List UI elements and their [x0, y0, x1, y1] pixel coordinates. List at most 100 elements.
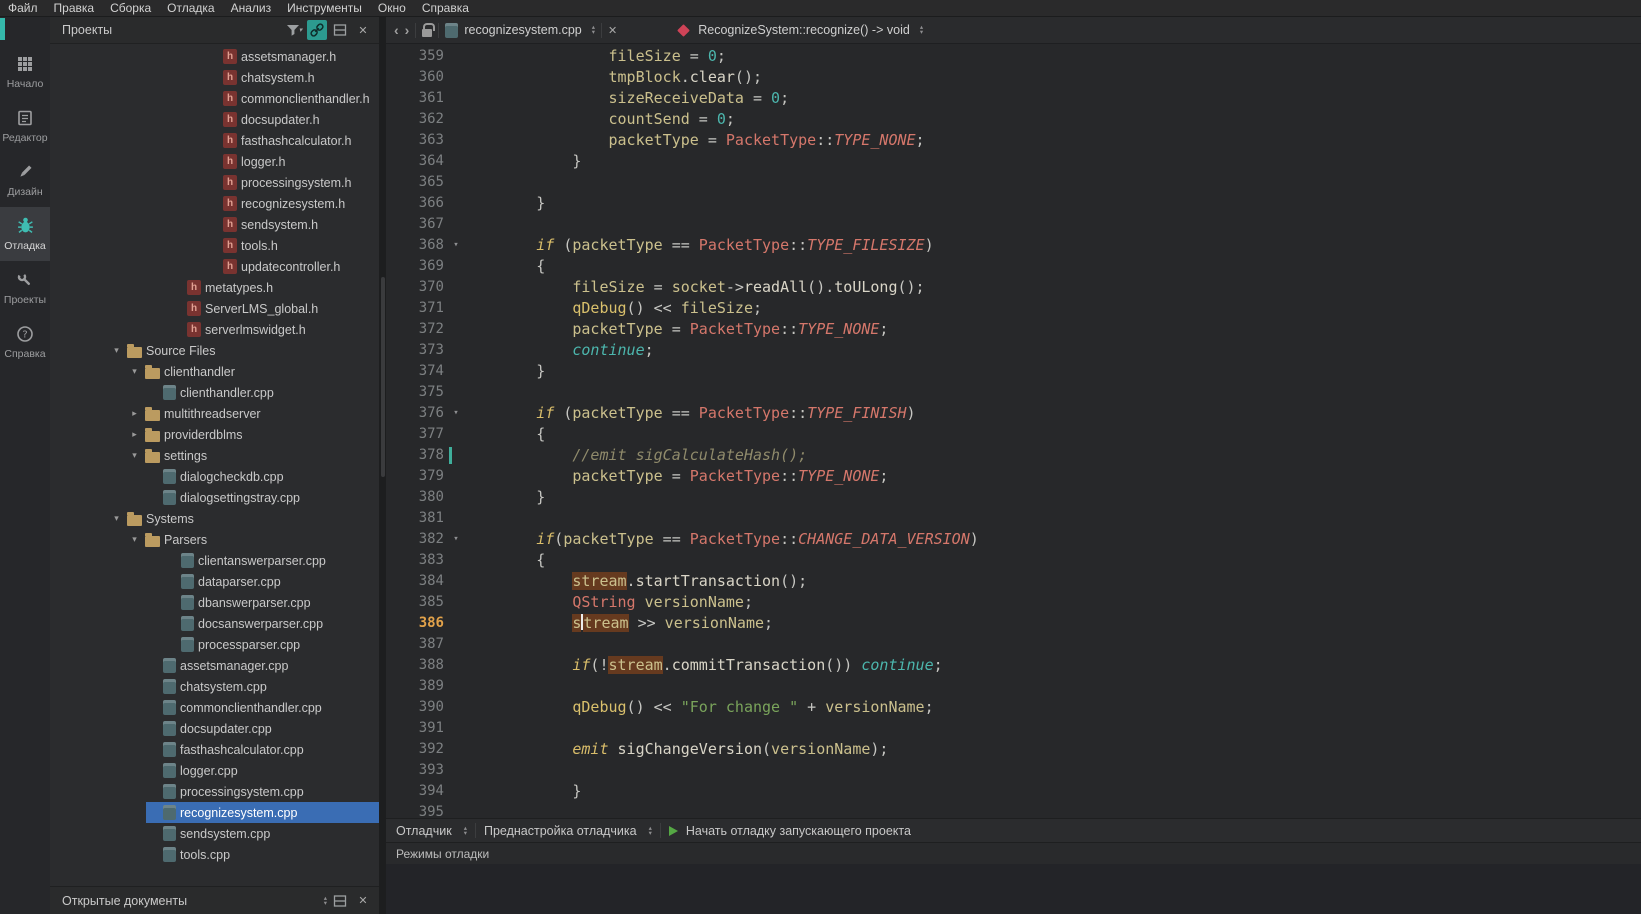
code-line[interactable]: 380} [386, 487, 1641, 508]
menu-item[interactable]: Файл [0, 0, 46, 16]
tree-item[interactable]: hchatsystem.h [50, 67, 379, 88]
code-line[interactable]: 395 [386, 802, 1641, 818]
line-number[interactable]: 361 [386, 88, 448, 109]
line-number[interactable]: 376 [386, 403, 448, 424]
line-number[interactable]: 390 [386, 697, 448, 718]
code-line[interactable]: 381 [386, 508, 1641, 529]
tree-item[interactable]: hfasthashcalculator.h [50, 130, 379, 151]
close-document-icon[interactable]: ✕ [608, 24, 617, 37]
code-line[interactable]: 377{ [386, 424, 1641, 445]
line-number[interactable]: 374 [386, 361, 448, 382]
tree-item[interactable]: docsanswerparser.cpp [50, 613, 379, 634]
line-number[interactable]: 359 [386, 46, 448, 67]
expand-arrow-closed-icon[interactable]: ▸ [128, 429, 141, 440]
debug-modes-label[interactable]: Режимы отладки [396, 847, 489, 861]
tree-item[interactable]: ▾Systems [50, 508, 379, 529]
forward-icon[interactable]: › [405, 23, 410, 37]
lock-icon[interactable] [422, 29, 432, 37]
expand-arrow-open-icon[interactable]: ▾ [128, 450, 141, 461]
code-line[interactable]: 367 [386, 214, 1641, 235]
code-line[interactable]: 378//emit sigCalculateHash(); [386, 445, 1641, 466]
code-editor[interactable]: 359fileSize = 0;360tmpBlock.clear();361s… [386, 44, 1641, 818]
line-number[interactable]: 392 [386, 739, 448, 760]
code-line[interactable]: 390qDebug() << "For change " + versionNa… [386, 697, 1641, 718]
expand-arrow-open-icon[interactable]: ▾ [128, 534, 141, 545]
tree-item[interactable]: hprocessingsystem.h [50, 172, 379, 193]
code-line[interactable]: 392emit sigChangeVersion(versionName); [386, 739, 1641, 760]
start-debug-icon[interactable] [669, 826, 678, 836]
code-line[interactable]: 374} [386, 361, 1641, 382]
expand-arrow-open-icon[interactable]: ▾ [110, 345, 123, 356]
mode-debug[interactable]: Отладка [0, 207, 50, 261]
fold-marker-icon[interactable]: ▾ [448, 403, 464, 424]
tree-item[interactable]: ▾settings [50, 445, 379, 466]
line-number[interactable]: 377 [386, 424, 448, 445]
close-pane-icon[interactable]: ✕ [353, 891, 373, 911]
code-line[interactable]: 375 [386, 382, 1641, 403]
debugger-preset-selector[interactable]: Преднастройка отладчика [484, 824, 637, 838]
code-line[interactable]: 394} [386, 781, 1641, 802]
line-number[interactable]: 382 [386, 529, 448, 550]
line-number[interactable]: 370 [386, 277, 448, 298]
close-panel-icon[interactable]: ✕ [353, 20, 373, 40]
open-documents-title[interactable]: Открытые документы [62, 894, 187, 908]
expand-arrow-open-icon[interactable]: ▾ [128, 366, 141, 377]
tree-item[interactable]: dialogcheckdb.cpp [50, 466, 379, 487]
code-line[interactable]: 360tmpBlock.clear(); [386, 67, 1641, 88]
tree-item[interactable]: tools.cpp [50, 844, 379, 865]
tree-item[interactable]: recognizesystem.cpp [50, 802, 379, 823]
code-line[interactable]: 387 [386, 634, 1641, 655]
menu-item[interactable]: Анализ [223, 0, 280, 16]
fold-marker-icon[interactable]: ▾ [448, 235, 464, 256]
tree-item[interactable]: hsendsystem.h [50, 214, 379, 235]
tree-item[interactable]: hServerLMS_global.h [50, 298, 379, 319]
line-number[interactable]: 387 [386, 634, 448, 655]
expand-arrow-closed-icon[interactable]: ▸ [128, 408, 141, 419]
line-number[interactable]: 380 [386, 487, 448, 508]
tree-item[interactable]: assetsmanager.cpp [50, 655, 379, 676]
open-file-tab[interactable]: recognizesystem.cpp [464, 23, 581, 37]
line-number[interactable]: 394 [386, 781, 448, 802]
code-line[interactable]: 379packetType = PacketType::TYPE_NONE; [386, 466, 1641, 487]
line-number[interactable]: 375 [386, 382, 448, 403]
tree-item[interactable]: ▸multithreadserver [50, 403, 379, 424]
tree-item[interactable]: hcommonclienthandler.h [50, 88, 379, 109]
tree-item[interactable]: processparser.cpp [50, 634, 379, 655]
tree-item[interactable]: dbanswerparser.cpp [50, 592, 379, 613]
code-line[interactable]: 388if(!stream.commitTransaction()) conti… [386, 655, 1641, 676]
line-number[interactable]: 379 [386, 466, 448, 487]
menu-item[interactable]: Справка [414, 0, 477, 16]
mode-edit[interactable]: Редактор [0, 99, 50, 153]
code-line[interactable]: 376▾if (packetType == PacketType::TYPE_F… [386, 403, 1641, 424]
code-line[interactable]: 369{ [386, 256, 1641, 277]
tree-item[interactable]: logger.cpp [50, 760, 379, 781]
code-line[interactable]: 372packetType = PacketType::TYPE_NONE; [386, 319, 1641, 340]
split-icon[interactable] [330, 20, 350, 40]
fold-marker-icon[interactable]: ▾ [448, 529, 464, 550]
tree-item[interactable]: clienthandler.cpp [50, 382, 379, 403]
expand-arrow-open-icon[interactable]: ▾ [110, 513, 123, 524]
line-number[interactable]: 386 [386, 613, 448, 634]
line-number[interactable]: 389 [386, 676, 448, 697]
line-number[interactable]: 381 [386, 508, 448, 529]
line-number[interactable]: 367 [386, 214, 448, 235]
code-line[interactable]: 386stream >> versionName; [386, 613, 1641, 634]
code-line[interactable]: 383{ [386, 550, 1641, 571]
line-number[interactable]: 363 [386, 130, 448, 151]
menu-item[interactable]: Окно [370, 0, 414, 16]
code-line[interactable]: 389 [386, 676, 1641, 697]
split-icon[interactable] [330, 891, 350, 911]
code-line[interactable]: 363packetType = PacketType::TYPE_NONE; [386, 130, 1641, 151]
back-icon[interactable]: ‹ [394, 23, 399, 37]
current-symbol[interactable]: RecognizeSystem::recognize() -> void [698, 23, 910, 37]
code-line[interactable]: 384stream.startTransaction(); [386, 571, 1641, 592]
tree-item[interactable]: ▸providerdblms [50, 424, 379, 445]
debugger-combo-arrows-icon[interactable]: ▴▾ [464, 826, 467, 836]
code-line[interactable]: 385QString versionName; [386, 592, 1641, 613]
code-line[interactable]: 362countSend = 0; [386, 109, 1641, 130]
tree-item[interactable]: ▾clienthandler [50, 361, 379, 382]
tree-item[interactable]: processingsystem.cpp [50, 781, 379, 802]
tree-item[interactable]: clientanswerparser.cpp [50, 550, 379, 571]
filter-icon[interactable]: ▾ [284, 20, 304, 40]
code-line[interactable]: 364} [386, 151, 1641, 172]
